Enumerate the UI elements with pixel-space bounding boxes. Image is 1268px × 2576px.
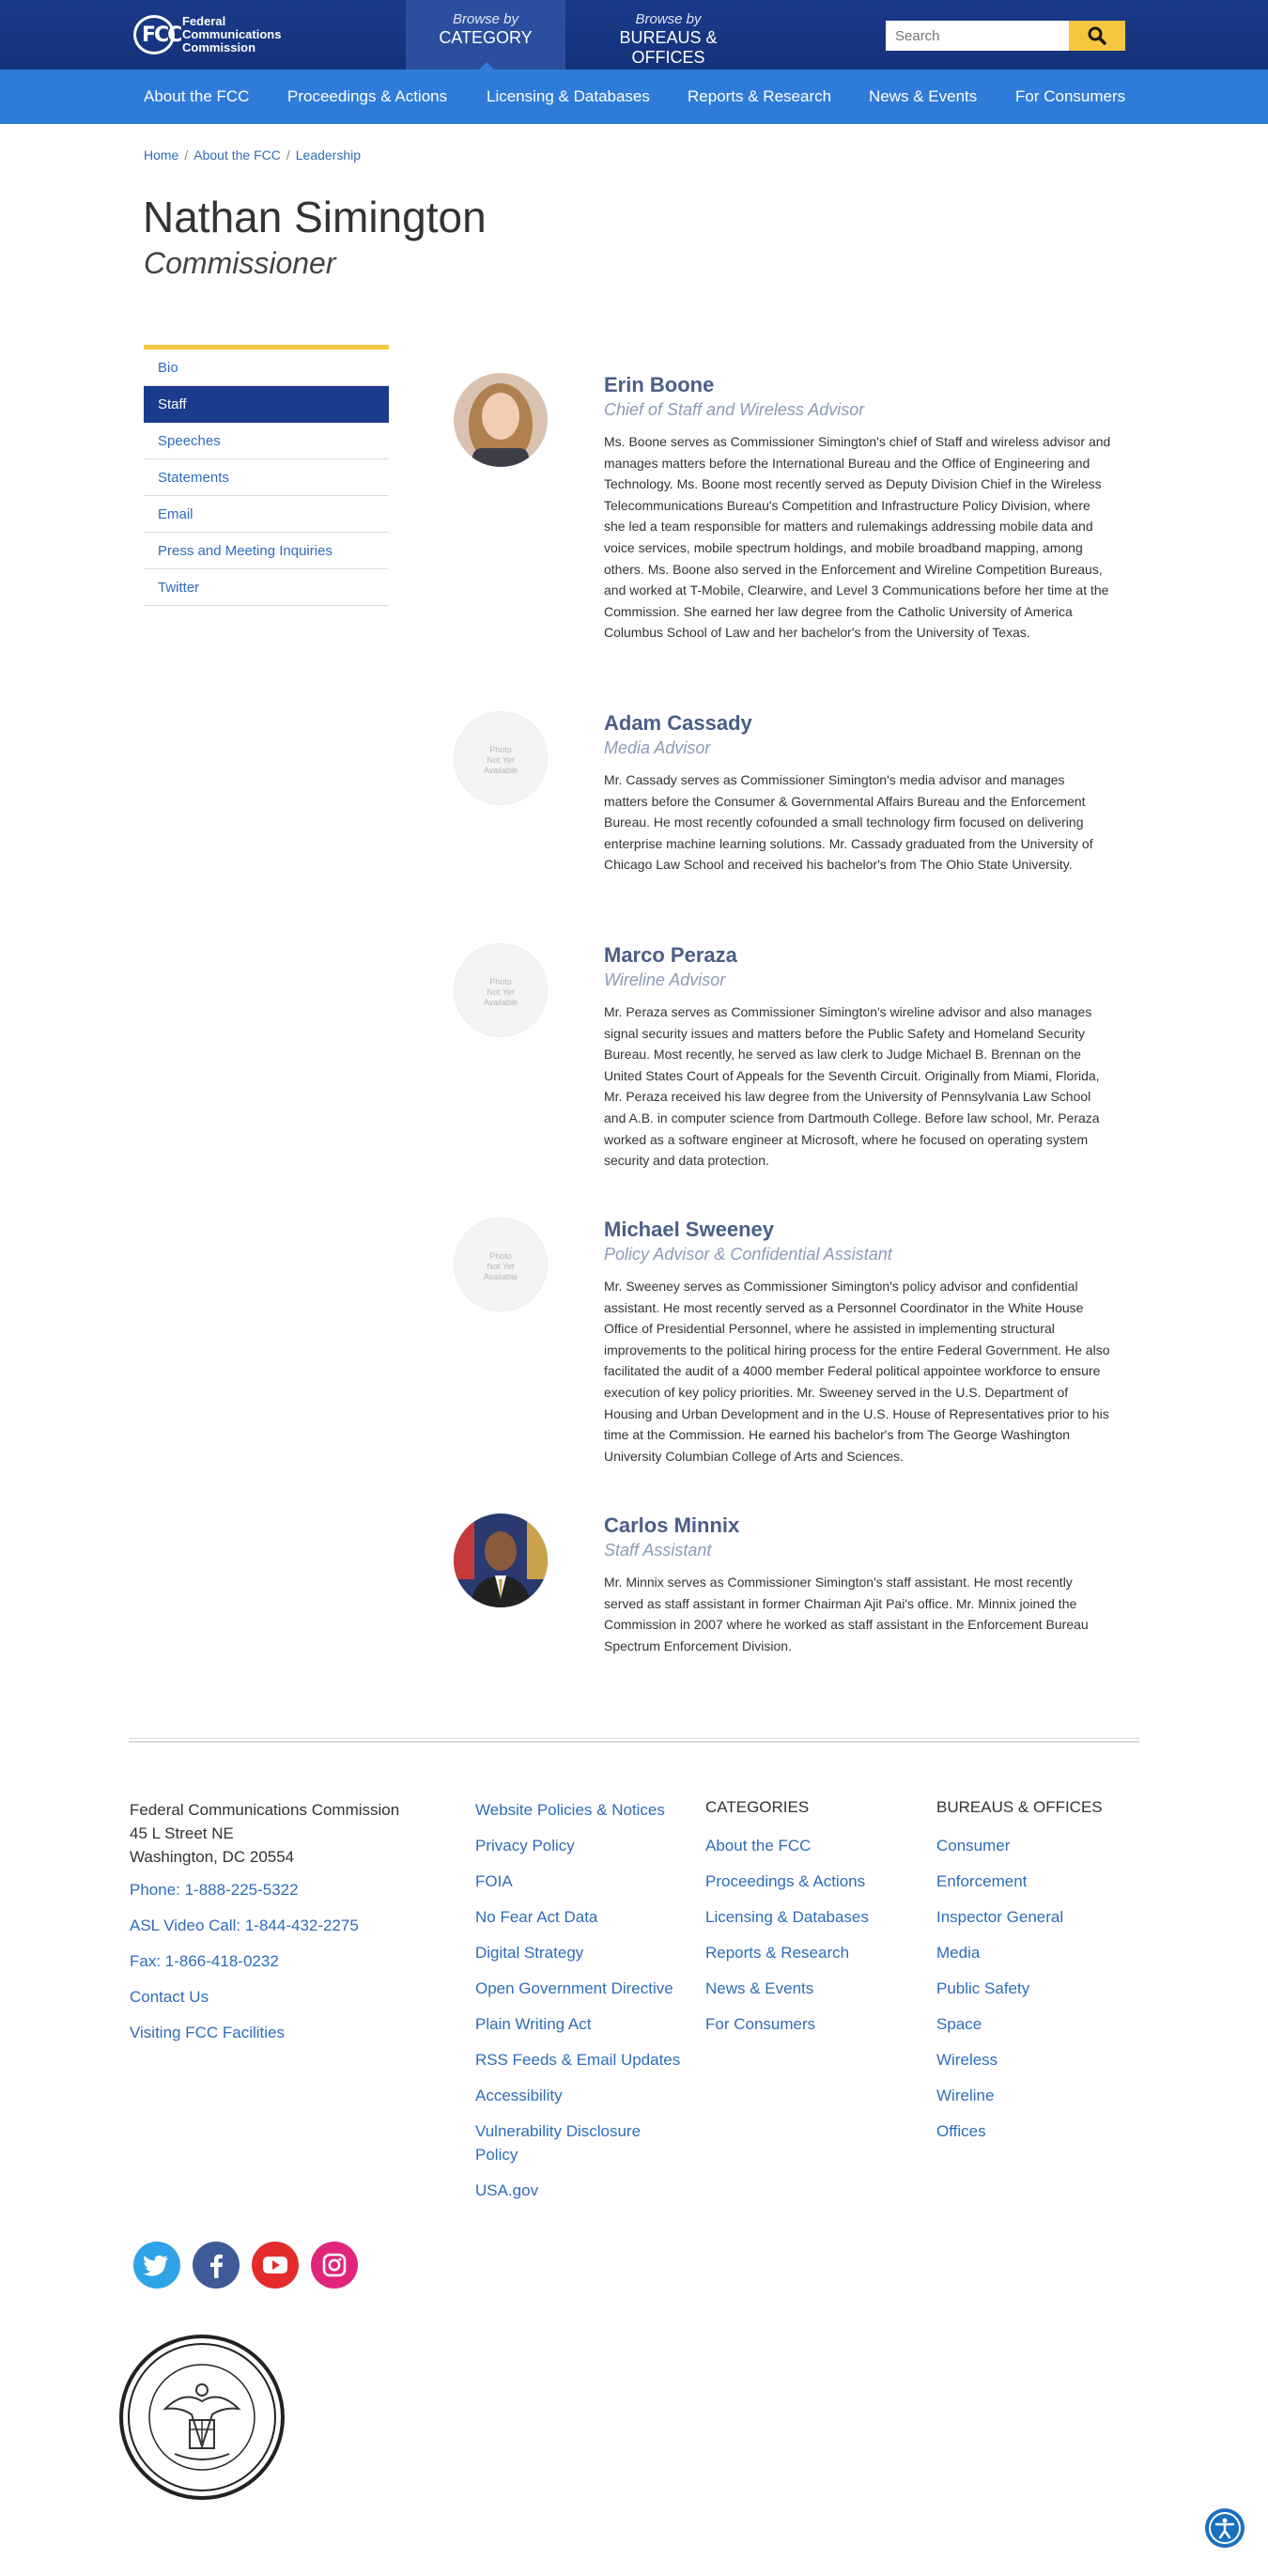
fcc-logo[interactable]: FCC Federal Communications Commission — [133, 15, 281, 54]
footer-bureaus-column: BUREAUS & OFFICES Consumer Enforcement I… — [936, 1798, 1124, 2155]
footer-link[interactable]: Open Government Directive — [475, 1977, 682, 2000]
search-button[interactable] — [1069, 21, 1125, 51]
footer-policies-column: Website Policies & Notices Privacy Polic… — [475, 1798, 682, 2214]
main-nav: About the FCC Proceedings & Actions Lice… — [0, 70, 1268, 124]
footer-bureaus-heading: BUREAUS & OFFICES — [936, 1798, 1103, 1816]
breadcrumb-leadership[interactable]: Leadership — [296, 147, 361, 163]
footer-category-link[interactable]: For Consumers — [705, 2012, 912, 2036]
footer-divider — [129, 1738, 1139, 1743]
sidebar-item-email[interactable]: Email — [144, 496, 389, 533]
facebook-icon[interactable] — [193, 2242, 240, 2289]
sidebar-item-statements[interactable]: Statements — [144, 459, 389, 496]
footer-link[interactable]: Accessibility — [475, 2084, 682, 2107]
footer-category-link[interactable]: News & Events — [705, 1977, 912, 2000]
footer-category-link[interactable]: About the FCC — [705, 1834, 912, 1857]
page-subtitle: Commissioner — [144, 246, 336, 280]
footer-category-link[interactable]: Reports & Research — [705, 1941, 912, 1964]
footer-link[interactable]: Plain Writing Act — [475, 2012, 682, 2036]
footer-link[interactable]: RSS Feeds & Email Updates — [475, 2048, 682, 2072]
photo-placeholder: Photo Not Yet Available — [454, 943, 548, 1037]
staff-role: Wireline Advisor — [604, 970, 726, 989]
browse-by-bureaus-tab[interactable]: Browse by BUREAUS & OFFICES — [580, 0, 756, 70]
nav-proceedings-actions[interactable]: Proceedings & Actions — [287, 87, 447, 106]
sidebar-nav: Bio Staff Speeches Statements Email Pres… — [144, 345, 389, 606]
nav-about-the-fcc[interactable]: About the FCC — [144, 87, 249, 106]
footer-bureau-link[interactable]: Inspector General — [936, 1905, 1124, 1929]
staff-bio: Mr. Peraza serves as Commissioner Siming… — [604, 1004, 1100, 1169]
footer-link[interactable]: No Fear Act Data — [475, 1905, 682, 1929]
staff-role: Media Advisor — [604, 738, 711, 757]
nav-reports-research[interactable]: Reports & Research — [688, 87, 831, 106]
staff-name: Adam Cassady — [604, 711, 752, 735]
footer-bureau-link[interactable]: Media — [936, 1941, 1124, 1964]
footer-link[interactable]: Privacy Policy — [475, 1834, 682, 1857]
staff-photo — [454, 373, 548, 467]
footer-bureau-link[interactable]: Enforcement — [936, 1870, 1124, 1893]
accessibility-icon — [1209, 2512, 1241, 2544]
breadcrumb: Home / About the FCC / Leadership — [144, 147, 362, 163]
twitter-icon[interactable] — [133, 2242, 180, 2289]
search-icon — [1088, 26, 1106, 45]
footer-bureau-link[interactable]: Wireline — [936, 2084, 1124, 2107]
browse-by-category-tab[interactable]: Browse by CATEGORY — [406, 0, 565, 70]
photo-placeholder: Photo Not Yet Available — [454, 711, 548, 805]
footer-categories-column: CATEGORIES About the FCC Proceedings & A… — [705, 1798, 912, 2048]
footer-bureau-link[interactable]: Consumer — [936, 1834, 1124, 1857]
instagram-icon[interactable] — [311, 2242, 358, 2289]
footer-link[interactable]: Website Policies & Notices — [475, 1798, 682, 1822]
nav-for-consumers[interactable]: For Consumers — [1015, 87, 1125, 106]
footer-category-link[interactable]: Licensing & Databases — [705, 1905, 912, 1929]
staff-bio: Mr. Sweeney serves as Commissioner Simin… — [604, 1279, 1110, 1464]
accessibility-button[interactable] — [1205, 2508, 1245, 2548]
staff-name: Erin Boone — [604, 373, 715, 396]
sidebar-item-speeches[interactable]: Speeches — [144, 423, 389, 459]
staff-name: Carlos Minnix — [604, 1513, 740, 1537]
sidebar-item-staff[interactable]: Staff — [144, 386, 389, 423]
footer-bureau-link[interactable]: Offices — [936, 2119, 1124, 2143]
sidebar-item-bio[interactable]: Bio — [144, 349, 389, 386]
nav-licensing-databases[interactable]: Licensing & Databases — [487, 87, 650, 106]
staff-name: Michael Sweeney — [604, 1218, 774, 1241]
breadcrumb-about[interactable]: About the FCC — [193, 147, 281, 163]
footer-link[interactable]: Vulnerability Disclosure Policy — [475, 2119, 663, 2166]
youtube-icon[interactable] — [252, 2242, 299, 2289]
search-input[interactable] — [886, 21, 1069, 51]
staff-bio: Mr. Minnix serves as Commissioner Siming… — [604, 1575, 1089, 1653]
footer-link[interactable]: Digital Strategy — [475, 1941, 682, 1964]
staff-name: Marco Peraza — [604, 943, 737, 967]
photo-placeholder: Photo Not Yet Available — [454, 1218, 548, 1311]
footer-visiting-link[interactable]: Visiting FCC Facilities — [130, 2024, 285, 2042]
footer-category-link[interactable]: Proceedings & Actions — [705, 1870, 912, 1893]
footer-bureau-link[interactable]: Space — [936, 2012, 1124, 2036]
footer-asl-link[interactable]: ASL Video Call: 1-844-432-2275 — [130, 1916, 359, 1935]
fcc-logo-text: Federal Communications Commission — [182, 14, 282, 54]
staff-role: Staff Assistant — [604, 1541, 712, 1560]
staff-role: Chief of Staff and Wireless Advisor — [604, 400, 865, 419]
footer-contact-us-link[interactable]: Contact Us — [130, 1988, 209, 2007]
fcc-seal-icon — [118, 2334, 286, 2501]
staff-photo — [454, 1513, 548, 1607]
sidebar-item-press-inquiries[interactable]: Press and Meeting Inquiries — [144, 533, 389, 569]
breadcrumb-home[interactable]: Home — [144, 147, 178, 163]
footer-fax-link[interactable]: Fax: 1-866-418-0232 — [130, 1952, 279, 1971]
footer-phone-link[interactable]: Phone: 1-888-225-5322 — [130, 1881, 299, 1900]
site-header: FCC Federal Communications Commission Br… — [0, 0, 1268, 70]
staff-bio: Mr. Cassady serves as Commissioner Simin… — [604, 772, 1093, 873]
fcc-logo-mark: FCC — [133, 15, 182, 54]
footer-bureau-link[interactable]: Wireless — [936, 2048, 1124, 2072]
staff-bio: Ms. Boone serves as Commissioner Simingt… — [604, 434, 1111, 641]
page-title: Nathan Simington — [143, 193, 487, 241]
footer-bureau-link[interactable]: Public Safety — [936, 1977, 1124, 2000]
nav-news-events[interactable]: News & Events — [869, 87, 977, 106]
staff-role: Policy Advisor & Confidential Assistant — [604, 1245, 892, 1264]
footer-link[interactable]: FOIA — [475, 1870, 682, 1893]
footer-address: Federal Communications Commission 45 L S… — [130, 1801, 400, 1866]
footer-categories-heading: CATEGORIES — [705, 1798, 810, 1816]
sidebar-item-twitter[interactable]: Twitter — [144, 569, 389, 606]
footer-link[interactable]: USA.gov — [475, 2179, 682, 2202]
